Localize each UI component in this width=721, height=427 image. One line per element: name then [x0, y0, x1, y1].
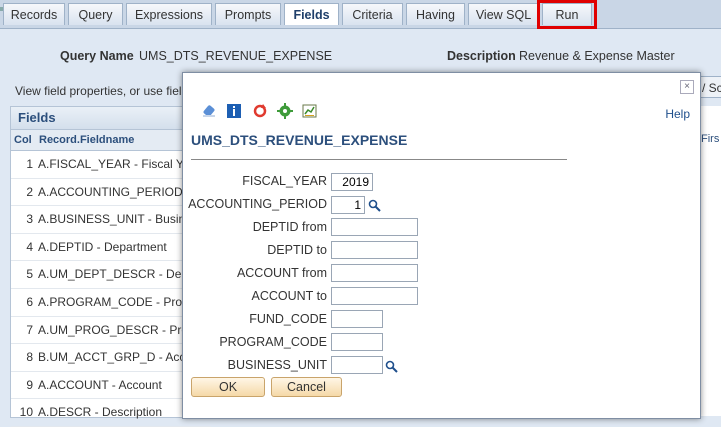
table-row[interactable]: 7 A.UM_PROG_DESCR - Pro: [11, 317, 211, 345]
business-unit-label: BUSINESS_UNIT: [227, 358, 327, 372]
row-fieldname[interactable]: A.FISCAL_YEAR - Fiscal Y: [38, 151, 184, 178]
row-fieldname[interactable]: A.DEPTID - Department: [38, 234, 167, 261]
dialog-title: UMS_DTS_REVENUE_EXPENSE: [191, 132, 408, 148]
grid-title: Fields: [11, 107, 211, 129]
row-fieldname[interactable]: A.UM_DEPT_DESCR - Dep: [38, 261, 188, 288]
tab-records[interactable]: Records: [3, 3, 65, 25]
tab-view-sql[interactable]: View SQL: [468, 3, 539, 25]
lookup-icon[interactable]: [368, 199, 381, 212]
table-row[interactable]: 3 A.BUSINESS_UNIT - Busin: [11, 206, 211, 234]
prompt-dialog: × Help UMS_DTS_REVENUE_EXPENSE FISCAL_YE…: [182, 72, 701, 419]
title-divider: [191, 159, 567, 160]
deptid-from-input[interactable]: [331, 218, 418, 236]
account-from-label: ACCOUNT from: [236, 266, 327, 280]
gear-icon[interactable]: [277, 103, 294, 119]
table-row[interactable]: 6 A.PROGRAM_CODE - Prog: [11, 289, 211, 317]
account-from-input[interactable]: [331, 264, 418, 282]
row-fieldname[interactable]: B.UM_ACCT_GRP_D - Acc: [38, 344, 185, 371]
table-row[interactable]: 4 A.DEPTID - Department: [11, 234, 211, 262]
row-fieldname[interactable]: A.PROGRAM_CODE - Prog: [38, 289, 189, 316]
deptid-to-label: DEPTID to: [267, 243, 327, 257]
table-row[interactable]: 10 A.DESCR - Description: [11, 399, 211, 427]
accounting-period-input[interactable]: [331, 196, 365, 214]
description-value: Revenue & Expense Master: [519, 49, 675, 63]
eraser-icon[interactable]: [201, 103, 217, 119]
row-number: 2: [26, 184, 33, 199]
tab-query[interactable]: Query: [68, 3, 123, 25]
tab-bar: Records Query Expressions Prompts Fields…: [0, 0, 721, 29]
table-row[interactable]: 5 A.UM_DEPT_DESCR - Dep: [11, 261, 211, 289]
row-fieldname[interactable]: A.BUSINESS_UNIT - Busin: [38, 206, 185, 233]
tab-criteria[interactable]: Criteria: [342, 3, 403, 25]
close-icon[interactable]: ×: [680, 80, 694, 94]
run-tab-highlight: [537, 0, 597, 29]
query-name-label: Query Name: [60, 49, 134, 63]
row-fieldname[interactable]: A.UM_PROG_DESCR - Pro: [38, 317, 188, 344]
business-unit-input[interactable]: [331, 356, 383, 374]
row-fieldname[interactable]: A.DESCR - Description: [38, 399, 162, 426]
cancel-button[interactable]: Cancel: [271, 377, 342, 397]
col-header: Col: [14, 134, 32, 146]
row-number: 4: [26, 239, 33, 254]
grid-header: Col Record.Fieldname: [11, 129, 211, 151]
account-to-label: ACCOUNT to: [251, 289, 327, 303]
table-row[interactable]: 2 A.ACCOUNTING_PERIOD: [11, 179, 211, 207]
lookup-icon[interactable]: [385, 360, 398, 373]
fieldname-header: Record.Fieldname: [39, 134, 135, 146]
table-row[interactable]: 8 B.UM_ACCT_GRP_D - Acc: [11, 344, 211, 372]
right-col-header: Firs: [701, 133, 720, 145]
row-number: 9: [26, 377, 33, 392]
row-fieldname[interactable]: A.ACCOUNTING_PERIOD: [38, 179, 183, 206]
info-icon[interactable]: [226, 103, 242, 119]
instruction-text: View field properties, or use fiel: [15, 84, 182, 98]
row-number: 10: [19, 405, 33, 420]
fiscal-year-input[interactable]: [331, 173, 373, 191]
description-label: Description: [447, 49, 516, 63]
row-number: 5: [26, 267, 33, 282]
row-number: 1: [26, 157, 33, 171]
deptid-from-label: DEPTID from: [252, 220, 327, 234]
account-to-input[interactable]: [331, 287, 418, 305]
dialog-toolbar: [201, 103, 324, 121]
row-number: 3: [26, 212, 33, 227]
row-number: 6: [26, 294, 33, 309]
row-number: 8: [26, 350, 33, 365]
query-name-value: UMS_DTS_REVENUE_EXPENSE: [139, 49, 333, 63]
row-number: 7: [26, 322, 33, 337]
ok-button[interactable]: OK: [191, 377, 265, 397]
refresh-icon[interactable]: [252, 103, 268, 119]
help-link[interactable]: Help: [665, 107, 690, 121]
program-code-input[interactable]: [331, 333, 383, 351]
table-row[interactable]: 1 A.FISCAL_YEAR - Fiscal Y: [11, 151, 211, 179]
deptid-to-input[interactable]: [331, 241, 418, 259]
tab-having[interactable]: Having: [406, 3, 465, 25]
tab-fields[interactable]: Fields: [284, 3, 339, 25]
fiscal-year-label: FISCAL_YEAR: [242, 174, 327, 188]
accounting-period-label: ACCOUNTING_PERIOD: [188, 197, 327, 211]
program-code-label: PROGRAM_CODE: [219, 335, 327, 349]
table-row[interactable]: 9 A.ACCOUNT - Account: [11, 372, 211, 400]
tab-expressions[interactable]: Expressions: [126, 3, 212, 25]
fund-code-input[interactable]: [331, 310, 383, 328]
chart-icon[interactable]: [302, 103, 318, 119]
fund-code-label: FUND_CODE: [249, 312, 327, 326]
tab-prompts[interactable]: Prompts: [215, 3, 281, 25]
row-fieldname[interactable]: A.ACCOUNT - Account: [38, 372, 162, 399]
